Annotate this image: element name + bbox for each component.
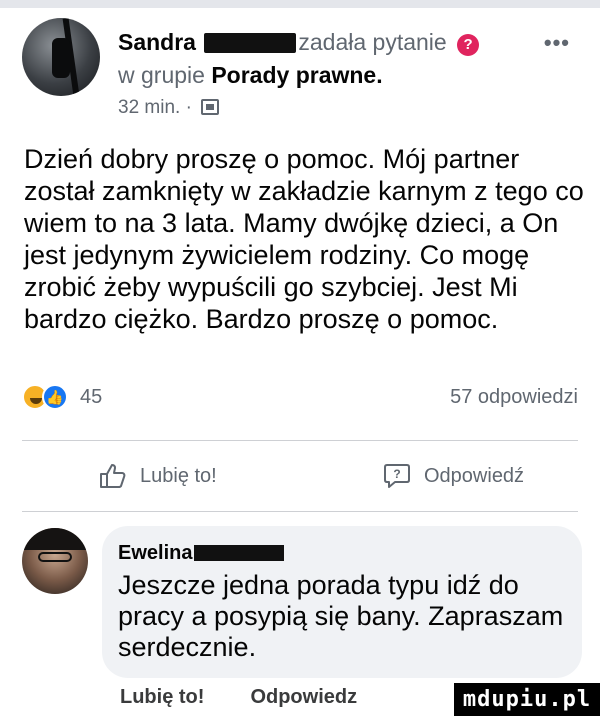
reaction-count[interactable]: 45: [80, 386, 102, 409]
question-icon: ?: [457, 34, 480, 56]
redaction-bar: [204, 33, 297, 53]
post-body: Dzień dobry proszę o pomoc. Mój partner …: [24, 144, 584, 334]
divider: [22, 440, 578, 441]
redaction-bar: [194, 545, 285, 561]
svg-text:?: ?: [393, 467, 400, 481]
comment-author-line: Ewelina: [118, 540, 566, 566]
thumbs-up-icon: [100, 464, 126, 488]
avatar-hair: [22, 528, 88, 550]
post-header-line: Sandra zadała pytanie ?: [118, 28, 588, 56]
post-meta: 32 min. ·: [118, 96, 588, 120]
post-header: Sandra zadała pytanie ? w grupie Porady …: [118, 28, 588, 120]
group-line: w grupie Porady prawne.: [118, 60, 588, 90]
group-prefix: w grupie: [118, 62, 205, 88]
like-reaction-icon: 👍: [42, 384, 68, 410]
divider: [22, 511, 578, 512]
author-avatar[interactable]: [22, 18, 100, 96]
top-bar: [0, 0, 600, 8]
comment-actions: Lubię to! Odpowiedz: [120, 686, 357, 709]
reactions-row[interactable]: 👍 45 57 odpowiedzi: [22, 383, 578, 413]
action-text: zadała pytanie: [298, 29, 447, 55]
reply-button-label: Odpowiedź: [424, 464, 525, 487]
group-name-link[interactable]: Porady prawne.: [211, 62, 382, 88]
reply-button[interactable]: ? Odpowiedź: [382, 458, 524, 494]
question-bubble-icon: ?: [384, 464, 410, 488]
like-button-label: Lubię to!: [140, 464, 217, 487]
post-time[interactable]: 32 min. ·: [118, 97, 192, 118]
more-options-icon[interactable]: •••: [544, 30, 570, 56]
avatar-glasses: [38, 552, 72, 562]
commenter-avatar[interactable]: [22, 528, 88, 594]
comment-like-link[interactable]: Lubię to!: [120, 686, 204, 709]
like-button[interactable]: Lubię to!: [98, 458, 217, 494]
comment-author-name[interactable]: Ewelina: [118, 542, 192, 564]
author-name[interactable]: Sandra: [118, 29, 196, 55]
comments-count[interactable]: 57 odpowiedzi: [450, 386, 578, 409]
comment-bubble: Ewelina Jeszcze jedna porada typu idź do…: [102, 526, 582, 678]
group-icon: [201, 99, 220, 115]
comment-text: Jeszcze jedna porada typu idź do pracy a…: [118, 570, 564, 662]
comment-reply-link[interactable]: Odpowiedz: [250, 686, 357, 709]
watermark-logo: mdupiu.pl: [454, 683, 600, 716]
